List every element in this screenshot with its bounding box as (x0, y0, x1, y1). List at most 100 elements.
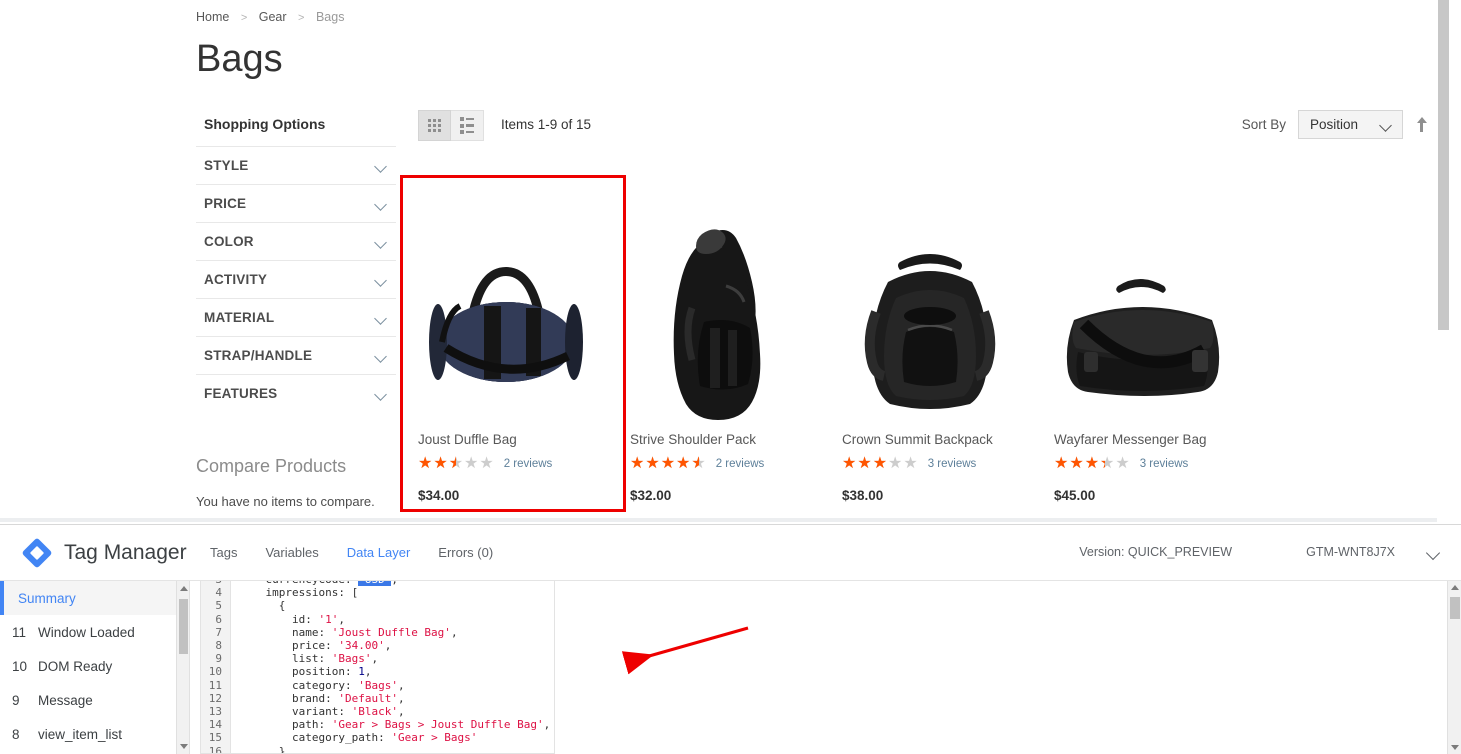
scroll-down-icon[interactable] (180, 744, 188, 749)
code-line: 12 brand: 'Default', (201, 691, 554, 706)
filter-strap-handle[interactable]: STRAP/HANDLE (196, 336, 396, 374)
product-card[interactable]: Crown Summit Backpack ★★★★★ ★★★★★ 3 revi… (824, 175, 1036, 503)
compare-products-title: Compare Products (196, 456, 347, 476)
product-card[interactable]: Wayfarer Messenger Bag ★★★★★ ★★★★★ 3 rev… (1036, 175, 1248, 503)
event-item-window-loaded[interactable]: 11 Window Loaded (0, 615, 189, 649)
event-label: view_item_list (38, 726, 123, 742)
scrollbar-thumb[interactable] (1438, 0, 1449, 330)
tab-tags[interactable]: Tags (210, 545, 237, 564)
filter-color[interactable]: COLOR (196, 222, 396, 260)
event-label: DOM Ready (38, 658, 113, 674)
code-text: variant: 'Black', (239, 705, 405, 719)
product-rating: ★★★★★ ★★★★★ 2 reviews (400, 456, 612, 472)
product-image-crown-summit-backpack[interactable] (824, 175, 1036, 420)
line-number: 5 (201, 599, 231, 613)
event-item-dom-ready[interactable]: 10 DOM Ready (0, 649, 189, 683)
code-text: price: '34.00', (239, 639, 392, 653)
version-label: Version: QUICK_PREVIEW (1079, 545, 1233, 559)
product-price: $32.00 (630, 488, 672, 503)
sort-direction-icon[interactable] (1415, 116, 1429, 134)
line-number: 16 (201, 744, 231, 753)
product-reviews-link[interactable]: 3 reviews (1140, 458, 1189, 470)
breadcrumb-gear[interactable]: Gear (259, 10, 287, 24)
sort-by-select[interactable]: Position (1298, 110, 1403, 139)
line-number: 10 (201, 665, 231, 679)
container-id-label: GTM-WNT8J7X (1306, 545, 1395, 559)
filter-price[interactable]: PRICE (196, 184, 396, 222)
product-name[interactable]: Strive Shoulder Pack (612, 432, 824, 447)
code-text: path: 'Gear > Bags > Joust Duffle Bag', (239, 718, 551, 732)
breadcrumb-home[interactable]: Home (196, 10, 229, 24)
event-label: Window Loaded (38, 624, 135, 640)
product-price: $45.00 (1054, 488, 1096, 503)
grid-glyph (428, 119, 441, 132)
filter-features[interactable]: FEATURES (196, 374, 396, 412)
tab-variables[interactable]: Variables (265, 545, 318, 564)
filter-label: ACTIVITY (204, 272, 268, 287)
product-name[interactable]: Wayfarer Messenger Bag (1036, 432, 1248, 447)
filter-activity[interactable]: ACTIVITY (196, 260, 396, 298)
product-name[interactable]: Joust Duffle Bag (400, 432, 612, 447)
product-reviews-link[interactable]: 2 reviews (716, 458, 765, 470)
filter-style[interactable]: STYLE (196, 146, 396, 184)
scroll-up-icon[interactable] (1451, 585, 1459, 590)
code-text: id: '1', (239, 612, 345, 626)
tab-errors[interactable]: Errors (0) (438, 545, 493, 564)
code-text: name: 'Joust Duffle Bag', (239, 625, 458, 639)
code-line: 16 }, (201, 744, 554, 754)
breadcrumb-current: Bags (315, 10, 345, 24)
event-number: 9 (12, 692, 20, 708)
product-price: $34.00 (418, 488, 460, 503)
product-name[interactable]: Crown Summit Backpack (824, 432, 1036, 447)
filter-label: PRICE (204, 196, 247, 211)
product-reviews-link[interactable]: 3 reviews (928, 458, 977, 470)
filter-label: FEATURES (204, 386, 278, 401)
event-list-scrollbar[interactable] (176, 581, 189, 754)
code-line: 8 price: '34.00', (201, 639, 554, 653)
grid-view-icon[interactable] (418, 110, 451, 141)
line-number: 7 (201, 625, 231, 640)
compare-products-empty-text: You have no items to compare. (196, 494, 375, 509)
event-item-view-item-list[interactable]: 8 view_item_list (0, 717, 189, 751)
page-title: Bags (196, 38, 283, 80)
code-viewer[interactable]: 3 currencyCode: 'USD',4 impressions: [5 … (200, 581, 555, 754)
chevron-down-icon (375, 314, 388, 322)
scrollbar-thumb[interactable] (1450, 597, 1460, 619)
event-item-summary[interactable]: Summary (0, 581, 189, 615)
product-reviews-link[interactable]: 2 reviews (504, 458, 553, 470)
product-image-joust-duffle-bag[interactable] (400, 175, 612, 420)
code-text: }, (239, 744, 292, 754)
scroll-up-icon[interactable] (180, 586, 188, 591)
tab-data-layer[interactable]: Data Layer (347, 545, 411, 564)
code-line: 10 position: 1, (201, 665, 554, 679)
line-number: 6 (201, 612, 231, 626)
code-line: 4 impressions: [ (201, 586, 554, 600)
product-image-wayfarer-messenger-bag[interactable] (1036, 175, 1248, 420)
tag-manager-diamond-icon (21, 537, 53, 569)
filter-material[interactable]: MATERIAL (196, 298, 396, 336)
scrollbar-thumb[interactable] (179, 599, 188, 654)
line-number: 11 (201, 678, 231, 692)
product-card[interactable]: Joust Duffle Bag ★★★★★ ★★★★★ 2 reviews $… (400, 175, 612, 503)
list-view-icon[interactable] (451, 110, 484, 141)
star-rating-icon: ★★★★★ ★★★★★ (842, 455, 919, 472)
panel-vertical-scrollbar[interactable] (1447, 581, 1461, 754)
line-number: 4 (201, 586, 231, 600)
product-card[interactable]: Strive Shoulder Pack ★★★★★ ★★★★★ 2 revie… (612, 175, 824, 503)
event-list: Summary 11 Window Loaded 10 DOM Ready 9 … (0, 581, 190, 754)
page-bottom-divider (0, 518, 1449, 522)
product-toolbar: Items 1-9 of 15 Sort By Position (418, 110, 1435, 142)
code-line: 15 category_path: 'Gear > Bags' (201, 731, 554, 745)
breadcrumb-separator-icon: > (298, 12, 305, 24)
scroll-down-icon[interactable] (1451, 745, 1459, 750)
product-image-strive-shoulder-pack[interactable] (612, 175, 824, 420)
chevron-down-icon[interactable] (1427, 548, 1441, 557)
page-vertical-scrollbar[interactable] (1437, 0, 1449, 522)
filter-label: STRAP/HANDLE (204, 348, 313, 363)
line-number: 14 (201, 718, 231, 732)
event-item-message[interactable]: 9 Message (0, 683, 189, 717)
code-line: 11 category: 'Bags', (201, 678, 554, 692)
item-count: Items 1-9 of 15 (501, 117, 592, 132)
code-text: list: 'Bags', (239, 652, 379, 666)
filter-label: COLOR (204, 234, 254, 249)
